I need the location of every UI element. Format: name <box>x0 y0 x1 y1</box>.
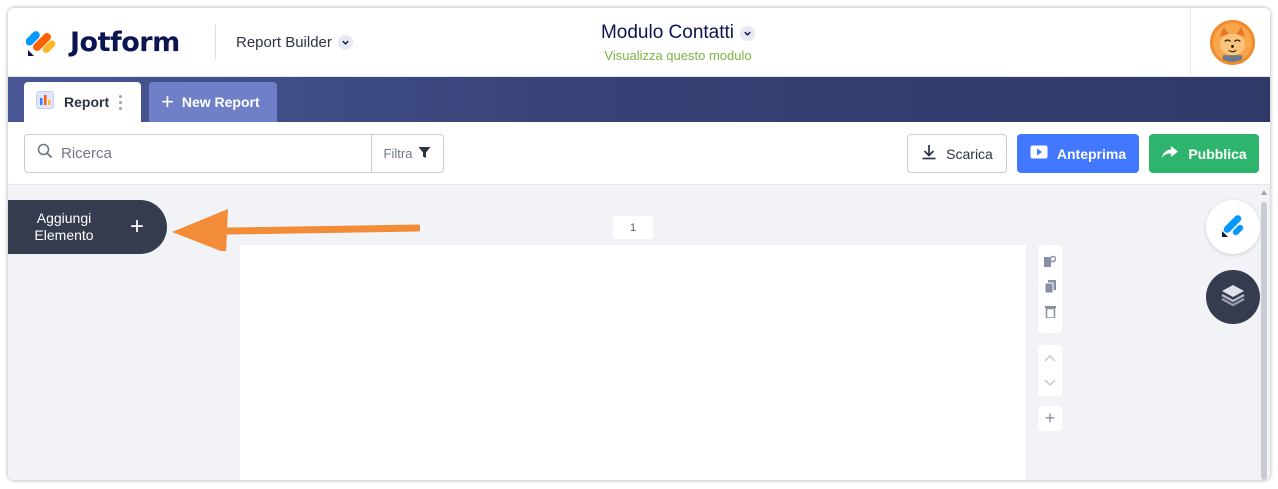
scroll-up-icon[interactable] <box>1261 190 1267 195</box>
header-divider <box>215 25 216 59</box>
jotform-logo-icon <box>25 26 58 58</box>
top-header: Jotform Report Builder Modulo Contatti V… <box>8 8 1270 77</box>
search-icon <box>37 143 53 164</box>
new-report-button[interactable]: + New Report <box>149 82 277 122</box>
plus-icon: + <box>1044 408 1056 428</box>
share-arrow-icon <box>1161 145 1179 162</box>
filter-label: Filtra <box>383 146 413 161</box>
jotform-logo[interactable]: Jotform <box>25 26 180 58</box>
settings-icon[interactable] <box>1044 255 1057 273</box>
view-form-link[interactable]: Visualizza questo modulo <box>528 48 828 63</box>
plus-icon: + <box>161 89 174 114</box>
app-window: Jotform Report Builder Modulo Contatti V… <box>8 8 1270 480</box>
jotform-logo-icon <box>1220 212 1246 243</box>
download-label: Scarica <box>946 145 993 162</box>
preview-button[interactable]: Anteprima <box>1017 134 1139 173</box>
layers-icon <box>1220 283 1246 312</box>
add-element-line2: Elemento <box>34 227 94 243</box>
search-box[interactable]: Ricerca Filtra <box>24 134 444 173</box>
filter-icon <box>418 146 431 162</box>
chevron-down-icon <box>337 35 353 50</box>
page-tools <box>1038 245 1062 333</box>
form-name: Modulo Contatti <box>600 22 735 43</box>
copy-icon[interactable] <box>1044 279 1056 298</box>
chevron-down-icon <box>740 25 756 41</box>
add-element-button[interactable]: Aggiungi Elemento + <box>8 200 167 254</box>
report-chart-icon <box>36 90 54 114</box>
form-title-block: Modulo Contatti Visualizza questo modulo <box>528 22 828 63</box>
publish-button[interactable]: Pubblica <box>1149 134 1259 173</box>
new-report-label: New Report <box>181 94 260 110</box>
builder-label: Report Builder <box>236 34 332 51</box>
scrollbar-thumb[interactable] <box>1261 202 1267 480</box>
play-icon <box>1030 145 1048 162</box>
add-element-line1: Aggiungi <box>36 210 92 226</box>
add-element-label: Aggiungi Elemento <box>8 210 120 244</box>
layers-button[interactable] <box>1206 270 1260 324</box>
tab-bar: Report + New Report <box>8 77 1270 122</box>
jotform-assistant-button[interactable] <box>1206 200 1260 254</box>
trash-icon[interactable] <box>1044 305 1056 323</box>
plus-icon: + <box>130 213 145 240</box>
download-icon <box>921 144 937 163</box>
report-canvas: Aggiungi Elemento + 1 + <box>8 185 1270 480</box>
publish-label: Pubblica <box>1188 145 1247 162</box>
tab-report-label: Report <box>64 94 110 110</box>
header-divider <box>1190 8 1191 77</box>
avatar[interactable] <box>1210 20 1255 65</box>
toolbar: Ricerca Filtra Scarica Anteprima Pubblic… <box>8 122 1270 185</box>
builder-selector[interactable]: Report Builder <box>236 34 353 51</box>
tab-report[interactable]: Report <box>24 82 141 122</box>
search-input[interactable]: Ricerca <box>61 145 371 162</box>
chevron-up-icon[interactable] <box>1044 349 1056 367</box>
add-page-button[interactable]: + <box>1038 406 1062 431</box>
logo-text: Jotform <box>70 26 180 58</box>
page-reorder <box>1038 345 1062 396</box>
report-page[interactable] <box>240 245 1026 480</box>
form-name-selector[interactable]: Modulo Contatti <box>600 22 756 44</box>
page-number: 1 <box>613 216 653 239</box>
filter-button[interactable]: Filtra <box>371 135 443 172</box>
preview-label: Anteprima <box>1056 145 1127 162</box>
download-button[interactable]: Scarica <box>907 134 1007 173</box>
kebab-icon[interactable] <box>119 94 123 110</box>
scrollbar[interactable] <box>1260 190 1268 480</box>
chevron-down-icon[interactable] <box>1044 374 1056 392</box>
